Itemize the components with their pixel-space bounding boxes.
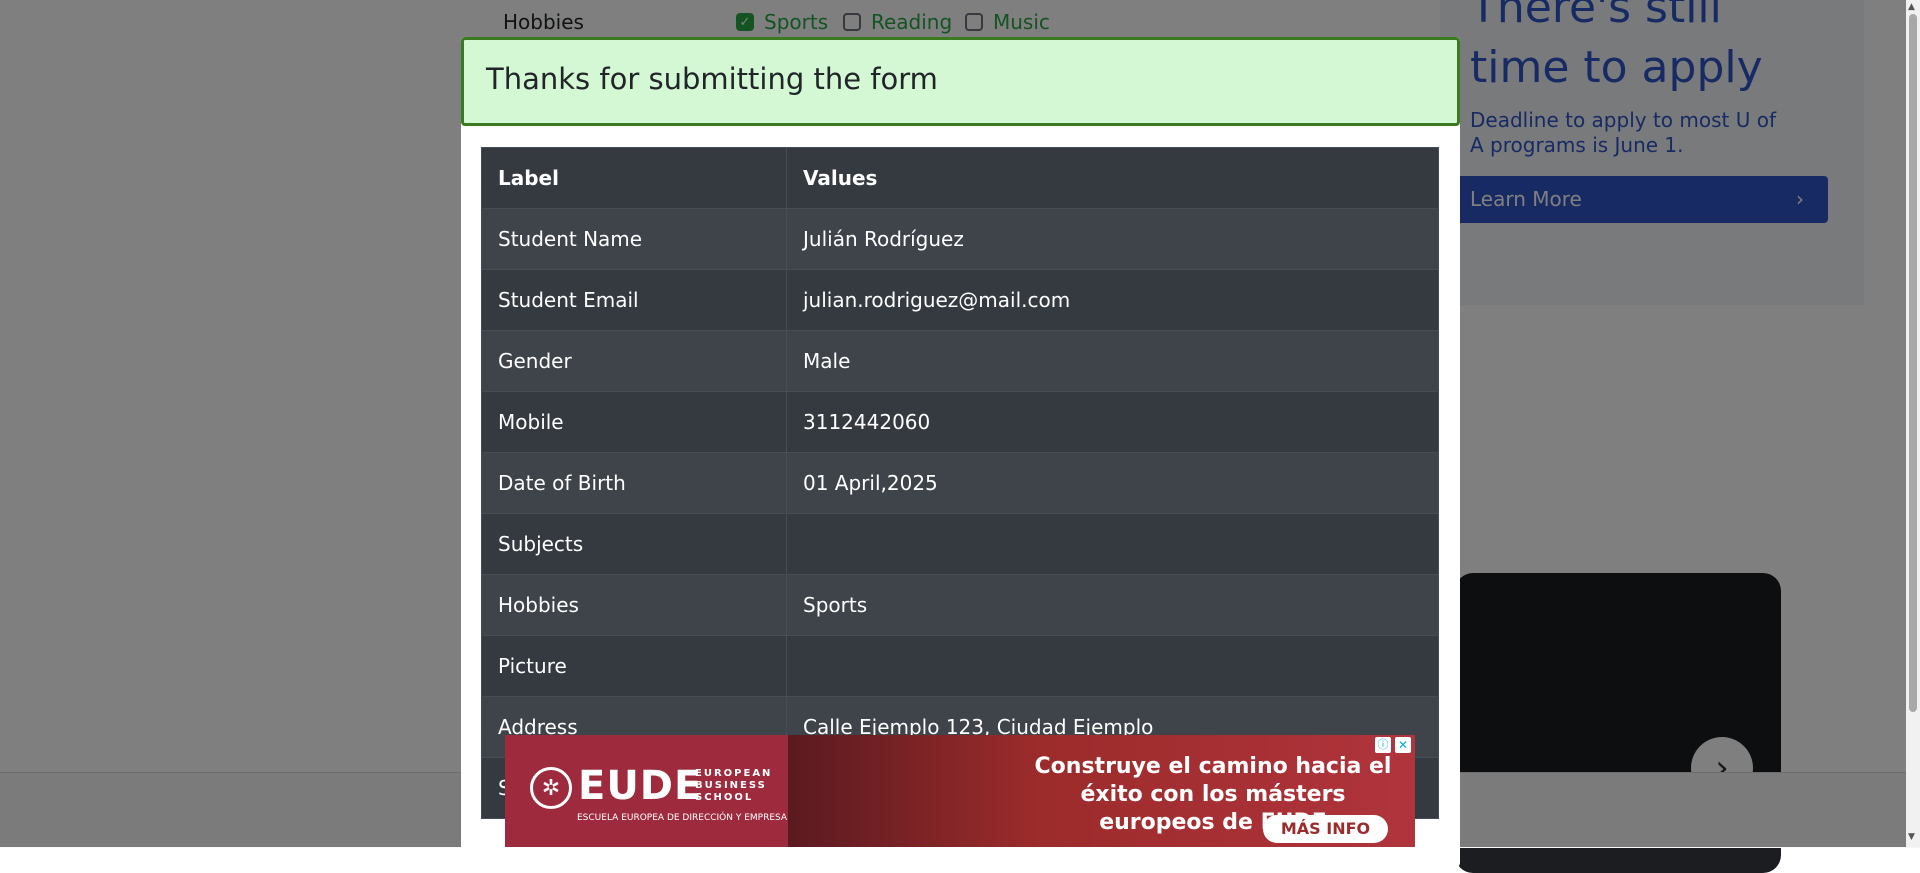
modal-header: Thanks for submitting the form bbox=[461, 37, 1460, 126]
ad-logo-subtitle: ESCUELA EUROPEA DE DIRECCIÓN Y EMPRESA bbox=[577, 813, 788, 823]
ad-logo-side: EUROPEAN BUSINESS SCHOOL bbox=[695, 768, 773, 803]
table-row: Student Name Julián Rodríguez bbox=[481, 208, 1439, 270]
modal-title: Thanks for submitting the form bbox=[486, 62, 938, 96]
eude-emblem-icon: ✲ bbox=[530, 767, 572, 809]
ad-info-icon[interactable]: ⓘ bbox=[1375, 737, 1391, 753]
row-label: Mobile bbox=[481, 391, 787, 453]
table-row: Gender Male bbox=[481, 330, 1439, 392]
row-value: Sports bbox=[786, 574, 1439, 636]
ad-logo-panel: ✲ EUDE EUROPEAN BUSINESS SCHOOL ESCUELA … bbox=[505, 735, 788, 847]
column-header-label: Label bbox=[481, 147, 787, 209]
table-row: Picture bbox=[481, 635, 1439, 697]
row-label: Picture bbox=[481, 635, 787, 697]
ad-logo-word: EUDE bbox=[578, 763, 703, 809]
row-label: Student Email bbox=[481, 269, 787, 331]
table-header-row: Label Values bbox=[481, 147, 1439, 209]
scroll-thumb[interactable] bbox=[1909, 14, 1917, 712]
row-value bbox=[786, 635, 1439, 697]
row-value bbox=[786, 513, 1439, 575]
row-value: Male bbox=[786, 330, 1439, 392]
table-row: Mobile 3112442060 bbox=[481, 391, 1439, 453]
row-label: Date of Birth bbox=[481, 452, 787, 514]
close-icon[interactable]: ✕ bbox=[1395, 737, 1411, 753]
page-scrollbar[interactable]: ▲ ▼ bbox=[1906, 0, 1920, 847]
mas-info-button[interactable]: MÁS INFO bbox=[1263, 815, 1388, 843]
table-row: Hobbies Sports bbox=[481, 574, 1439, 636]
bottom-ad-banner[interactable]: ✲ EUDE EUROPEAN BUSINESS SCHOOL ESCUELA … bbox=[505, 735, 1415, 847]
row-value: 3112442060 bbox=[786, 391, 1439, 453]
row-value: Julián Rodríguez bbox=[786, 208, 1439, 270]
table-row: Date of Birth 01 April,2025 bbox=[481, 452, 1439, 514]
table-row: Student Email julian.rodriguez@mail.com bbox=[481, 269, 1439, 331]
submission-table: Label Values Student Name Julián Rodrígu… bbox=[481, 147, 1439, 819]
ad-image-panel: Construye el camino hacia el éxito con l… bbox=[788, 735, 1415, 847]
table-row: Subjects bbox=[481, 513, 1439, 575]
row-label: Hobbies bbox=[481, 574, 787, 636]
column-header-values: Values bbox=[786, 147, 1439, 209]
row-value: julian.rodriguez@mail.com bbox=[786, 269, 1439, 331]
row-label: Gender bbox=[481, 330, 787, 392]
row-label: Subjects bbox=[481, 513, 787, 575]
scroll-up-icon[interactable]: ▲ bbox=[1908, 2, 1915, 12]
row-value: 01 April,2025 bbox=[786, 452, 1439, 514]
scroll-down-icon[interactable]: ▼ bbox=[1908, 832, 1915, 842]
row-label: Student Name bbox=[481, 208, 787, 270]
